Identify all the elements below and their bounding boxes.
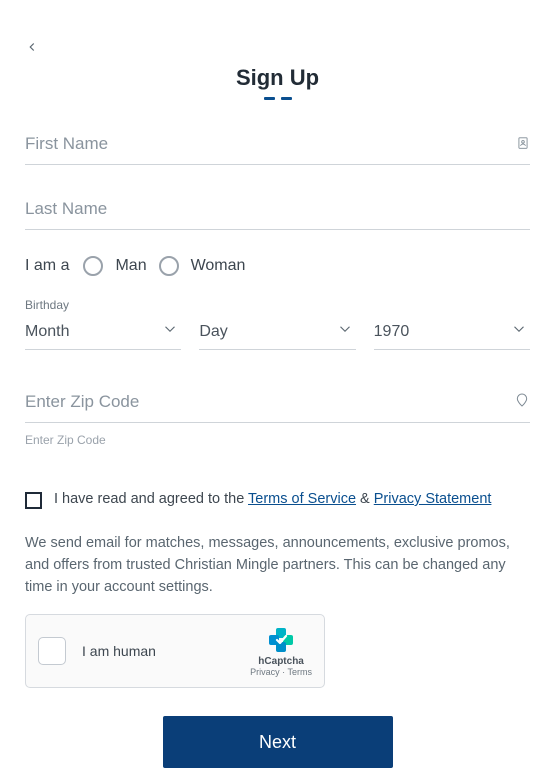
terms-row: I have read and agreed to the Terms of S… <box>25 491 530 509</box>
captcha-checkbox[interactable] <box>38 637 66 665</box>
location-icon <box>514 391 530 414</box>
birthday-day-select[interactable]: Day <box>199 314 355 350</box>
zip-input[interactable] <box>25 388 530 416</box>
gender-woman-label: Woman <box>191 257 246 275</box>
birthday-day-value: Day <box>199 323 227 341</box>
first-name-field[interactable] <box>25 130 530 165</box>
gender-row: I am a Man Woman <box>25 256 530 276</box>
gender-man-radio[interactable] <box>83 256 103 276</box>
privacy-statement-link[interactable]: Privacy Statement <box>374 491 492 507</box>
zip-field[interactable] <box>25 388 530 423</box>
last-name-field[interactable] <box>25 195 530 230</box>
captcha-widget: I am human hCaptcha Privacy · Terms <box>25 614 325 688</box>
terms-checkbox[interactable] <box>25 492 42 509</box>
birthday-year-value: 1970 <box>374 323 410 341</box>
birthday-label: Birthday <box>25 298 530 312</box>
contact-icon <box>516 135 530 156</box>
title-underline <box>25 97 530 100</box>
hcaptcha-icon <box>267 626 295 654</box>
chevron-down-icon <box>161 320 179 343</box>
gender-man-label: Man <box>115 257 146 275</box>
terms-of-service-link[interactable]: Terms of Service <box>248 491 356 507</box>
terms-text: I have read and agreed to the Terms of S… <box>54 491 491 507</box>
birthday-year-select[interactable]: 1970 <box>374 314 530 350</box>
captcha-label: I am human <box>82 643 156 659</box>
last-name-input[interactable] <box>25 195 530 223</box>
captcha-brand: hCaptcha Privacy · Terms <box>250 626 312 677</box>
captcha-brand-text: hCaptcha <box>250 656 312 667</box>
gender-woman-radio[interactable] <box>159 256 179 276</box>
page-title: Sign Up <box>236 65 319 91</box>
birthday-month-select[interactable]: Month <box>25 314 181 350</box>
email-note: We send email for matches, messages, ann… <box>25 533 530 598</box>
gender-label: I am a <box>25 257 69 275</box>
next-button[interactable]: Next <box>163 716 393 768</box>
first-name-input[interactable] <box>25 130 530 158</box>
chevron-down-icon <box>510 320 528 343</box>
zip-helper: Enter Zip Code <box>25 433 530 447</box>
back-icon[interactable] <box>25 41 39 58</box>
birthday-month-value: Month <box>25 323 69 341</box>
chevron-down-icon <box>336 320 354 343</box>
captcha-links[interactable]: Privacy · Terms <box>250 667 312 677</box>
